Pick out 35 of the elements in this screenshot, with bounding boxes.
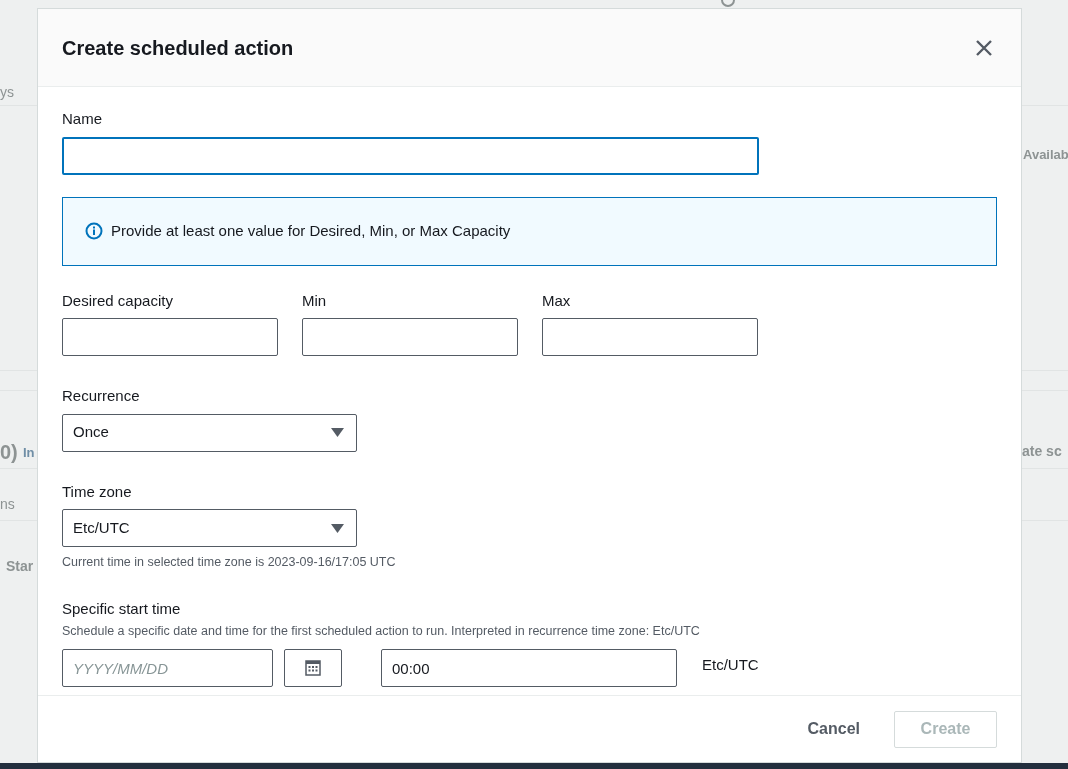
select-dropdown[interactable]: Once xyxy=(62,413,357,452)
field-label: Max xyxy=(542,290,572,311)
info-icon xyxy=(85,222,103,240)
select-value: Once xyxy=(73,422,109,443)
field-label: Time zone xyxy=(62,481,133,502)
time-input[interactable]: 00:00 xyxy=(381,649,677,687)
capacity-input[interactable] xyxy=(542,318,758,356)
column-header: Star xyxy=(6,557,34,576)
field-label: Desired capacity xyxy=(62,290,174,311)
close-icon xyxy=(975,38,993,57)
capacity-input[interactable] xyxy=(302,318,518,356)
page-heading: 0) xyxy=(0,440,18,465)
caret-icon xyxy=(331,523,344,533)
modal-title: Create scheduled action xyxy=(62,35,294,60)
refresh-icon[interactable] xyxy=(720,0,736,8)
select-dropdown[interactable]: Etc/UTC xyxy=(62,509,357,547)
calendar-button[interactable] xyxy=(284,649,342,687)
field-label: Specific start time xyxy=(62,598,182,619)
capacity-input[interactable] xyxy=(62,318,278,356)
cancel-button[interactable]: Cancel xyxy=(807,713,860,745)
field-label: Min xyxy=(302,290,328,311)
calendar-icon xyxy=(305,660,321,676)
name-input[interactable] xyxy=(62,136,759,175)
column-header: Availab xyxy=(1023,146,1068,164)
description-text: Schedule a specific date and time for the first scheduled action to run. Interpreted in recurrence time zone: Etc/UTC xyxy=(62,623,701,641)
tab-label: ys xyxy=(0,83,14,102)
time-zone-text: Etc/UTC xyxy=(702,655,759,675)
field-label: Name xyxy=(62,109,103,129)
alert-text: Provide at least one value for Desired, Min, or Max Capacity xyxy=(111,220,511,241)
field-label: Recurrence xyxy=(62,386,141,406)
date-input[interactable]: YYYY/MM/DD xyxy=(62,649,273,687)
hint-text: Current time in selected time zone is 2023-09-16/17:05 UTC xyxy=(62,554,397,571)
select-value: Etc/UTC xyxy=(73,517,130,538)
caret-icon xyxy=(331,428,344,437)
tab-label: ns xyxy=(0,495,15,514)
